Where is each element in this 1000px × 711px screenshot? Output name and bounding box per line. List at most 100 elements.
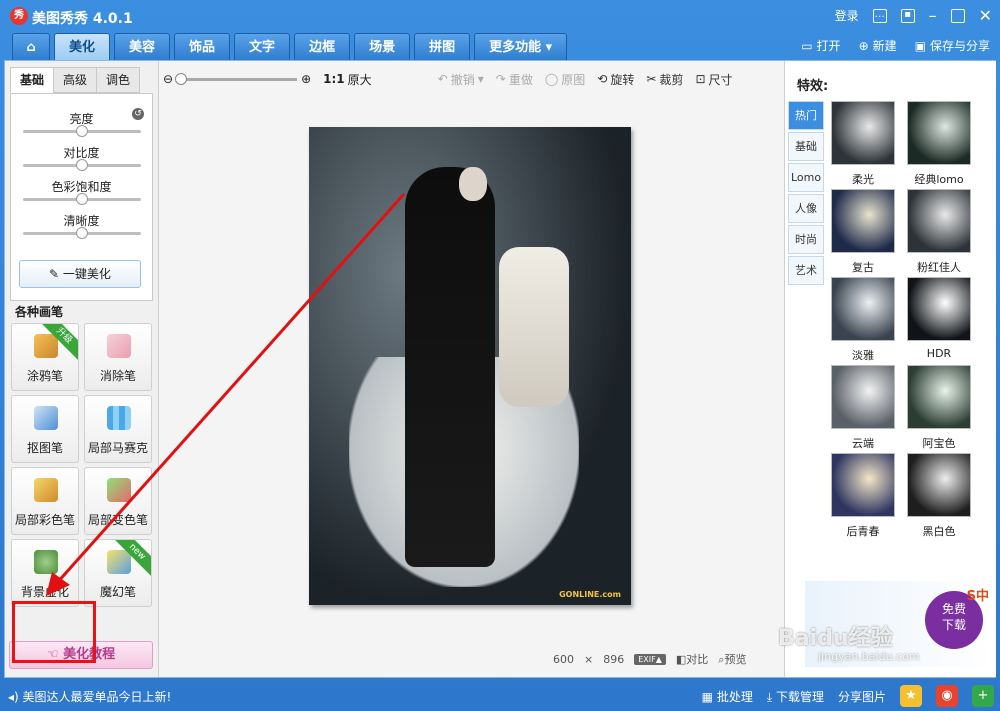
tab-text[interactable]: 文字 (234, 33, 291, 60)
subtab-basic[interactable]: 基础 (10, 67, 54, 93)
fx-elegant[interactable] (831, 277, 895, 341)
canvas-toolbar: ⊖ ⊕ 1:1 原大 ↶ 撤销 ▾ ↷ 重做 ◯ 原图 ⟲ 旋转 ✂ 裁剪 ⊡ 尺寸 (163, 67, 783, 91)
slider-knob[interactable] (76, 125, 88, 137)
paint-brush-icon (34, 478, 58, 502)
fx-cloud[interactable] (831, 365, 895, 429)
actual-size-ratio[interactable]: 1:1 (323, 72, 345, 86)
magic-wand-icon (107, 550, 131, 574)
baidu-watermark-url: jingyan.baidu.com (818, 650, 920, 663)
eraser-brush-button[interactable]: 消除笔 (84, 323, 152, 391)
fx-hdr[interactable] (907, 277, 971, 341)
fx-tab-portrait[interactable]: 人像 (788, 194, 824, 223)
subtab-color[interactable]: 调色 (96, 67, 140, 93)
minimize-button[interactable]: – (929, 6, 937, 25)
fx-classic-lomo[interactable] (907, 101, 971, 165)
rotate-button[interactable]: ⟲ 旋转 (597, 71, 634, 88)
effects-panel: 特效: 热门 基础 Lomo 人像 时尚 艺术 柔光 经典lomo 复古 粉红佳… (784, 61, 996, 677)
fx-tab-hot[interactable]: 热门 (788, 101, 824, 130)
cutout-brush-button[interactable]: 抠图笔 (11, 395, 79, 463)
star-icon[interactable]: ★ (900, 685, 922, 707)
fx-label: 经典lomo (914, 173, 964, 186)
new-button[interactable]: ⊕ 新建 (859, 37, 897, 54)
resize-button[interactable]: ⊡ 尺寸 (695, 71, 732, 88)
adjust-sliders: ↺ 亮度 对比度 色彩饱和度 清晰度 ✎ 一键美化 (10, 93, 153, 301)
fx-youth[interactable] (831, 453, 895, 517)
highlight-box (12, 601, 96, 663)
edited-photo[interactable]: GONLINE.com (309, 127, 631, 605)
zoom-in-icon[interactable]: ⊕ (301, 72, 311, 86)
compare-button[interactable]: ◧对比 (676, 651, 708, 667)
fx-tab-basic[interactable]: 基础 (788, 132, 824, 161)
undo-icon: ↶ (437, 72, 448, 86)
batch-icon: ▦ (701, 689, 717, 704)
tab-more[interactable]: 更多功能 ▾ (474, 33, 568, 60)
exif-button[interactable]: EXIF▲ (634, 653, 666, 665)
share-image-button[interactable]: 分享图片 (838, 688, 886, 705)
tab-home[interactable]: ⌂ (12, 33, 50, 60)
background-blur-button[interactable]: 背景虚化 (11, 539, 79, 607)
fx-pink-lady[interactable] (907, 189, 971, 253)
magic-brush-button[interactable]: new 魔幻笔 (84, 539, 152, 607)
tab-collage[interactable]: 拼图 (414, 33, 471, 60)
saturation-slider[interactable] (23, 193, 141, 205)
fx-abao[interactable] (907, 365, 971, 429)
contrast-slider[interactable] (23, 159, 141, 171)
brightness-slider[interactable] (23, 125, 141, 137)
open-button[interactable]: ▭ 打开 (801, 37, 840, 54)
fx-label: 淡雅 (852, 349, 874, 362)
slider-knob[interactable] (76, 159, 88, 171)
redo-button[interactable]: ↷ 重做 (496, 71, 533, 88)
slider-knob[interactable] (76, 227, 88, 239)
original-image-button[interactable]: ◯ 原图 (545, 71, 585, 88)
fx-label: 阿宝色 (922, 437, 956, 450)
recolor-brush-button[interactable]: 局部变色笔 (84, 467, 152, 535)
effects-title: 特效: (797, 79, 829, 94)
zoom-knob[interactable] (175, 72, 188, 85)
redo-icon: ↷ (495, 72, 506, 86)
preview-button[interactable]: ⌕预览 (718, 651, 746, 667)
resize-icon: ⊡ (695, 72, 706, 86)
download-manager-button[interactable]: ⤓ 下载管理 (767, 688, 824, 705)
home-icon: ⌂ (26, 40, 36, 55)
crop-button[interactable]: ✂ 裁剪 (646, 71, 683, 88)
undo-button[interactable]: ↶ 撤销 ▾ (438, 71, 484, 88)
fx-tab-fashion[interactable]: 时尚 (788, 225, 824, 254)
title-bar: 秀 美图秀秀 4.0.1 登录 … ▪ – ✕ (0, 0, 1000, 32)
slider-knob[interactable] (76, 193, 88, 205)
weibo-icon[interactable]: ◉ (936, 685, 958, 707)
original-size-button[interactable]: 原大 (348, 71, 372, 88)
color-brush-button[interactable]: 局部彩色笔 (11, 467, 79, 535)
subtab-advanced[interactable]: 高级 (53, 67, 97, 93)
fx-label: HDR (926, 347, 952, 360)
one-key-beautify-button[interactable]: ✎ 一键美化 (19, 260, 141, 288)
fx-retro[interactable] (831, 189, 895, 253)
maximize-button[interactable] (950, 8, 965, 23)
add-icon[interactable]: + (972, 685, 994, 707)
zoom-out-icon[interactable]: ⊖ (163, 72, 173, 86)
batch-button[interactable]: ▦ 批处理 (702, 688, 753, 705)
photo-watermark: GONLINE.com (559, 590, 621, 599)
zoom-slider[interactable] (175, 72, 298, 85)
skin-icon[interactable]: ▪ (900, 8, 915, 23)
image-width: 600 (553, 652, 574, 666)
sharpness-slider[interactable] (23, 227, 141, 239)
status-message[interactable]: ◂) 美图达人最爱单品今日上新! (8, 688, 171, 705)
mosaic-brush-button[interactable]: 局部马赛克 (84, 395, 152, 463)
feedback-icon[interactable]: … (872, 8, 887, 23)
scissors-icon: ✂ (646, 72, 657, 86)
save-share-button[interactable]: ▣ 保存与分享 (915, 37, 990, 54)
fx-black-white[interactable] (907, 453, 971, 517)
fx-tab-art[interactable]: 艺术 (788, 256, 824, 285)
doodle-brush-button[interactable]: 升级 涂鸦笔 (11, 323, 79, 391)
tab-accessories[interactable]: 饰品 (174, 33, 231, 60)
fx-tab-lomo[interactable]: Lomo (788, 163, 824, 192)
tab-beautify[interactable]: 美化 (54, 33, 111, 60)
login-link[interactable]: 登录 (835, 7, 859, 24)
chevron-down-icon[interactable]: ▾ (478, 72, 484, 86)
close-button[interactable]: ✕ (979, 6, 992, 25)
status-bar: ◂) 美图达人最爱单品今日上新! ▦ 批处理 ⤓ 下载管理 分享图片 ★ ◉ + (0, 680, 1000, 711)
fx-soft-light[interactable] (831, 101, 895, 165)
tab-beauty[interactable]: 美容 (114, 33, 171, 60)
tab-scene[interactable]: 场景 (354, 33, 411, 60)
tab-frame[interactable]: 边框 (294, 33, 351, 60)
